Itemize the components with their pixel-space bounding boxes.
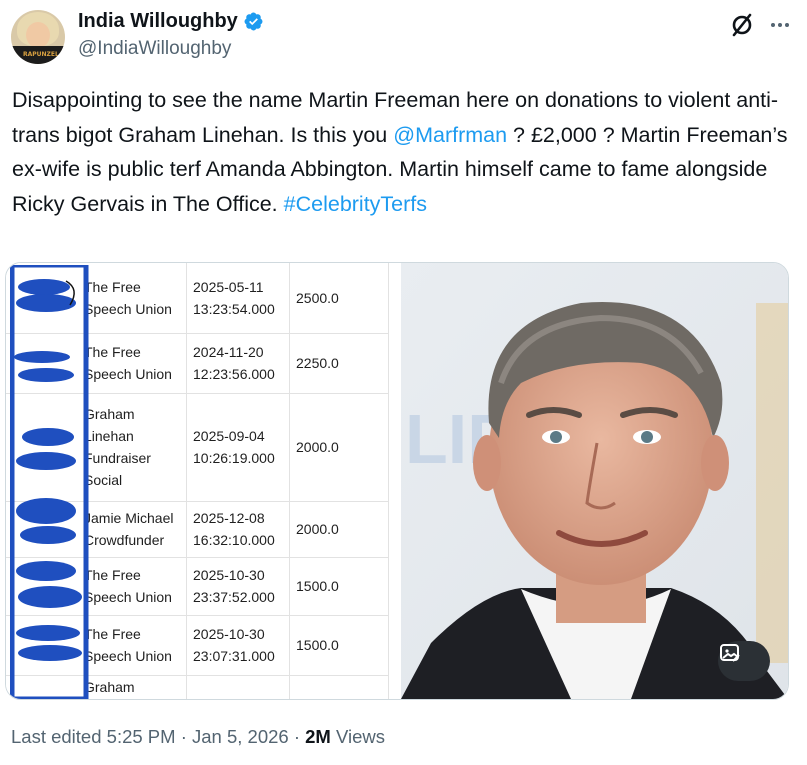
datetime-cell: 2025-12-08 16:32:10.000 [186,501,290,558]
donation-time: 10:26:19.000 [193,450,275,466]
recipient-line: Crowdfunder [84,532,165,548]
recipient-line: The Free [84,278,141,295]
recipient-cell: Jamie Michael Crowdfunder [78,501,187,558]
grok-icon[interactable] [729,12,755,38]
datetime-cell: 2024-11-20 12:23:56.000 [186,333,290,394]
recipient-cell: The Free Speech Union [78,263,187,334]
datetime-cell: 2025-10-30 23:37:52.000 [186,557,290,616]
author-name[interactable]: India Willoughby [78,10,238,33]
datetime-cell [186,675,290,699]
donations-screenshot[interactable]: The Free Speech Union 2025-05-11 13:23:54.0… [6,263,398,699]
amount-cell: 2000.0 [289,501,389,558]
recipient-line: Social [84,472,123,488]
author-handle[interactable]: @IndiaWilloughby [78,38,231,60]
recipient-line: Graham [84,679,135,695]
avatar[interactable]: RAPUNZEL [11,10,65,64]
donation-time: 12:23:56.000 [193,366,275,382]
recipient-line: Speech Union [84,648,172,664]
redaction-scribble [10,265,89,699]
recipient-line: Graham [84,406,135,422]
tweet-meta: Last edited 5:25 PM · Jan 5, 2026 · 2M V… [11,726,385,748]
mention-link[interactable]: @Marfrman [393,123,507,147]
hashtag-link[interactable]: #CelebrityTerfs [284,192,427,216]
amount-cell: 1500.0 [289,615,389,676]
donation-time: 23:07:31.000 [193,648,275,664]
tweet-text: Disappointing to see the name Martin Fre… [12,83,792,221]
edited-timestamp[interactable]: Last edited 5:25 PM · Jan 5, 2026 · [11,726,305,747]
datetime-cell: 2025-09-04 10:26:19.000 [186,393,290,502]
datetime-cell: 2025-10-30 23:07:31.000 [186,615,290,676]
amount-cell [289,675,389,699]
donation-date: 2025-09-04 [193,428,265,444]
amount-cell: 1500.0 [289,557,389,616]
recipient-cell: Graham [78,675,187,699]
donation-date: 2025-12-08 [193,510,265,526]
alt-text-button[interactable] [718,641,770,681]
more-icon[interactable] [769,14,791,36]
donation-time: 23:37:52.000 [193,589,275,605]
views-label: Views [330,726,385,747]
recipient-line: Fundraiser [84,450,151,466]
recipient-cell: The Free Speech Union [78,557,187,616]
views-count: 2M [305,726,331,747]
donation-date: 2025-10-30 [193,626,265,642]
recipient-line: The Free [84,626,141,642]
recipient-line: The Free [84,344,141,360]
donation-time: 13:23:54.000 [193,300,275,317]
top-actions [729,12,791,38]
recipient-cell: The Free Speech Union [78,615,187,676]
donation-time: 16:32:10.000 [193,532,275,548]
recipient-cell: Graham Linehan Fundraiser Social [78,393,187,502]
verified-badge-icon [244,12,263,31]
tweet-header: RAPUNZEL India Willoughby @IndiaWillough… [11,8,801,68]
recipient-line: Speech Union [84,300,172,317]
recipient-line: Speech Union [84,366,172,382]
recipient-line: The Free [84,567,141,583]
donation-date: 2024-11-20 [193,344,264,360]
recipient-line: Linehan [84,428,134,444]
donation-date: 2025-10-30 [193,567,265,583]
recipient-line: Speech Union [84,589,172,605]
amount-cell: 2250.0 [289,333,389,394]
amount-cell: 2500.0 [289,263,389,334]
portrait-illustration: LIP [401,263,788,699]
datetime-cell: 2025-05-11 13:23:54.000 [186,263,290,334]
recipient-cell: The Free Speech Union [78,333,187,394]
tweet-media[interactable]: The Free Speech Union 2025-05-11 13:23:54.0… [5,262,789,700]
donation-date: 2025-05-11 [193,278,264,295]
amount-cell: 2000.0 [289,393,389,502]
recipient-line: Jamie Michael [84,510,174,526]
alt-text-icon [720,644,740,662]
author-name-row: India Willoughby [78,10,264,33]
avatar-shirt-text: RAPUNZEL [23,51,59,58]
portrait-photo[interactable]: LIP [401,263,788,699]
